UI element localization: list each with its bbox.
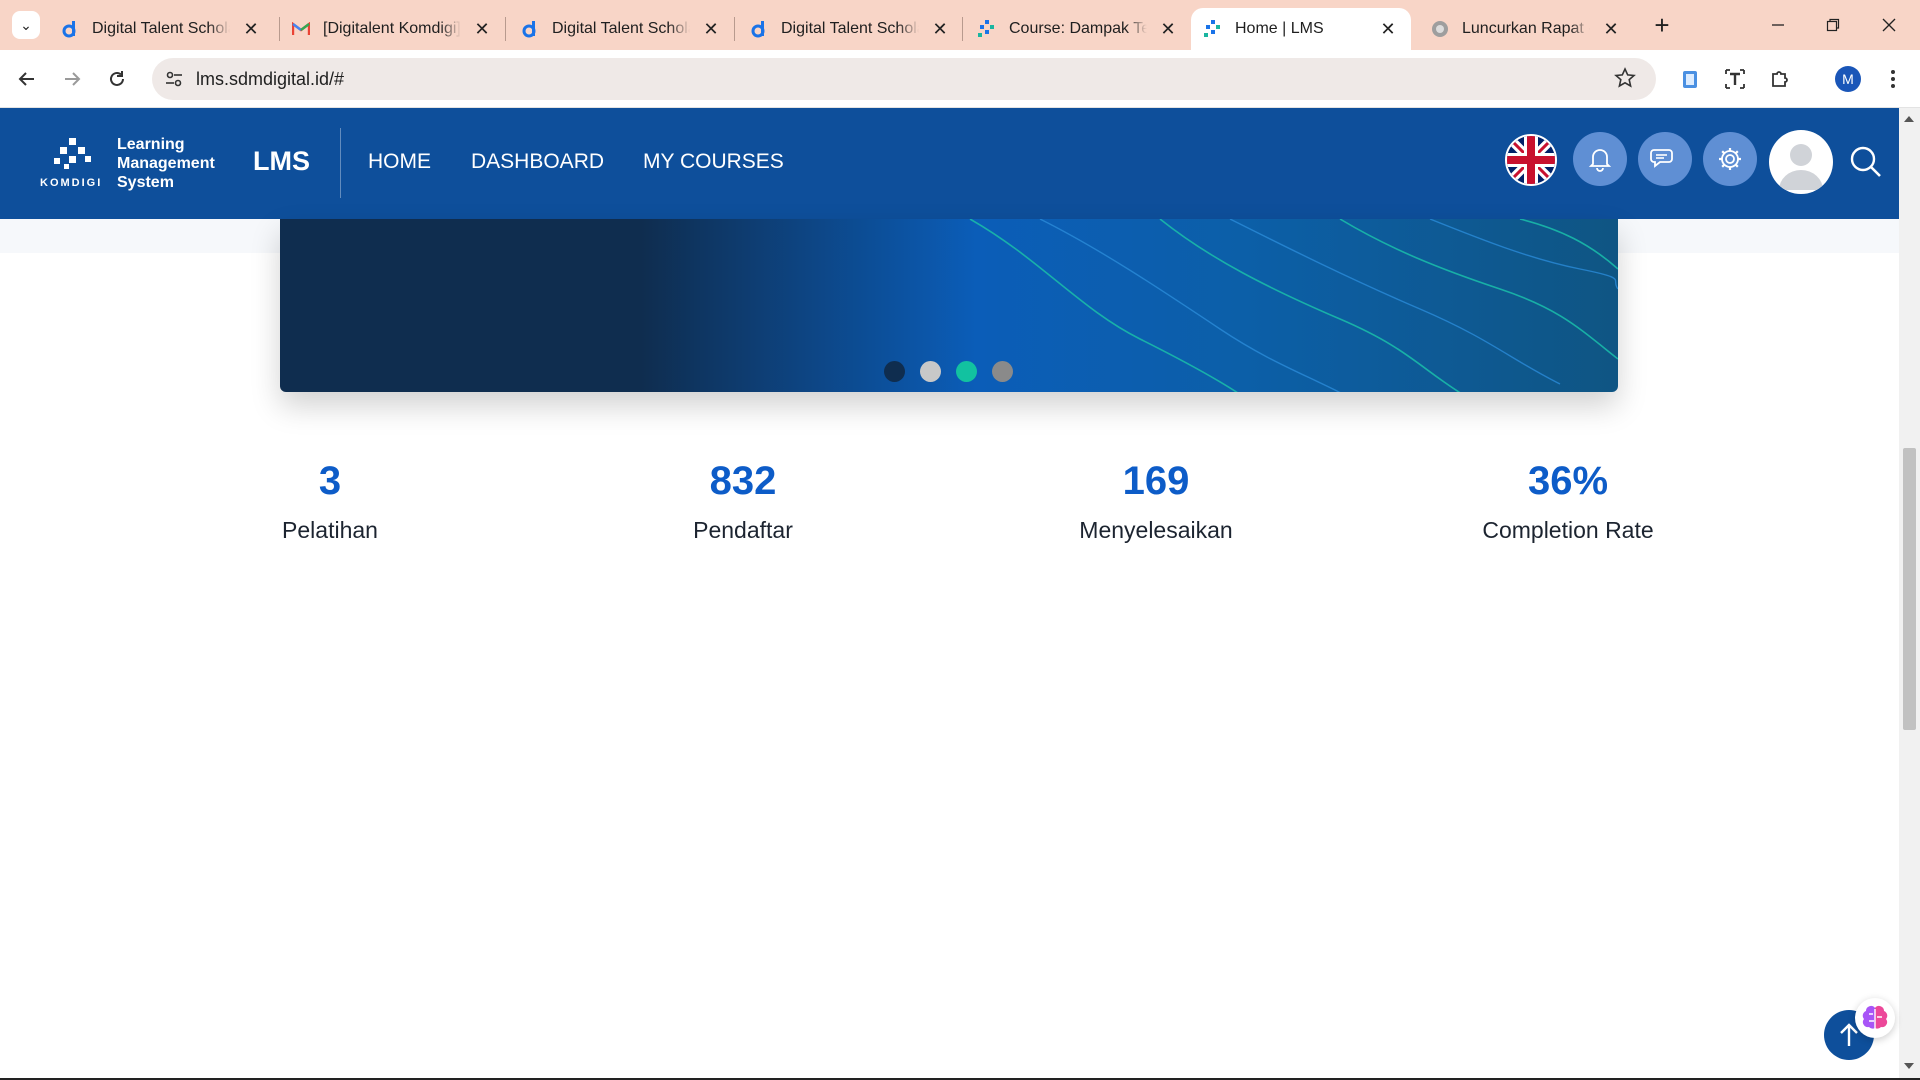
tab-title: Luncurkan Rapat - Zoom [1462, 20, 1590, 37]
stat-completion-rate: 36% Completion Rate [1358, 459, 1778, 544]
address-bar[interactable]: lms.sdmdigital.id/# [152, 58, 1656, 100]
scrollbar-thumb[interactable] [1903, 448, 1916, 730]
user-avatar[interactable] [1769, 130, 1833, 194]
digitalent-icon [749, 19, 769, 39]
digitalent-icon [520, 19, 540, 39]
carousel-dot[interactable] [920, 361, 941, 382]
messages-chat-icon[interactable] [1638, 132, 1692, 186]
restore-button[interactable] [1818, 10, 1848, 40]
tab-separator [734, 17, 735, 41]
tab-title: Digital Talent Scholarship [92, 20, 230, 37]
tab-search-button[interactable]: ⌄ [12, 11, 40, 39]
stat-pelatihan: 3 Pelatihan [120, 459, 540, 544]
stat-label: Menyelesaikan [1079, 517, 1233, 543]
logo-line: Learning [117, 136, 185, 153]
tab-title: Digital Talent Scholarship [781, 20, 919, 37]
stat-menyelesaikan: 169 Menyelesaikan [946, 459, 1366, 544]
browser-tab[interactable]: Digital Talent Scholarship ✕ [48, 8, 274, 50]
close-window-button[interactable] [1874, 10, 1904, 40]
app-title[interactable]: LMS [253, 146, 310, 177]
nav-my-courses[interactable]: MY COURSES [643, 150, 784, 174]
ai-assistant-brain-icon[interactable] [1855, 998, 1895, 1038]
tab-separator [962, 17, 963, 41]
profile-avatar[interactable]: M [1835, 66, 1861, 92]
tab-title: Digital Talent Scholarship [552, 20, 690, 37]
extensions-puzzle-icon[interactable] [1764, 63, 1796, 95]
minimize-button[interactable] [1763, 10, 1793, 40]
translate-extension-icon[interactable] [1674, 63, 1706, 95]
site-info-icon[interactable] [164, 69, 184, 94]
scroll-down-arrow-icon[interactable] [1904, 1063, 1914, 1069]
komdigi-icon [977, 19, 997, 39]
more-menu-icon[interactable] [1877, 63, 1909, 95]
logo-line: System [117, 174, 174, 191]
logo-caption: Learning Management System [117, 135, 215, 192]
close-icon[interactable]: ✕ [471, 18, 493, 40]
close-icon[interactable]: ✕ [1157, 18, 1179, 40]
forward-button[interactable] [56, 63, 88, 95]
nav-home[interactable]: HOME [368, 150, 431, 174]
page-scrollbar[interactable] [1899, 108, 1920, 1078]
stat-label: Pendaftar [693, 517, 793, 543]
logo-line: Management [117, 155, 215, 172]
browser-tab-strip: ⌄ Digital Talent Scholarship ✕ [Digitale… [0, 0, 1920, 50]
globe-icon [1430, 19, 1450, 39]
search-icon[interactable] [1849, 145, 1883, 179]
komdigi-logo-icon[interactable] [52, 138, 92, 179]
gmail-icon [291, 19, 311, 39]
chevron-down-icon: ⌄ [20, 16, 32, 33]
url-text: lms.sdmdigital.id/# [196, 69, 345, 89]
settings-gear-icon[interactable] [1703, 132, 1757, 186]
tab-separator [505, 17, 506, 41]
new-tab-button[interactable]: + [1648, 12, 1676, 40]
reload-button[interactable] [101, 63, 133, 95]
carousel-indicators [884, 361, 1013, 382]
stat-value: 36% [1527, 459, 1609, 503]
close-icon[interactable]: ✕ [929, 18, 951, 40]
browser-tab[interactable]: Digital Talent Scholarship ✕ [737, 8, 963, 50]
stat-label: Completion Rate [1482, 517, 1654, 543]
close-icon[interactable]: ✕ [1600, 18, 1622, 40]
stat-value: 832 [709, 459, 777, 503]
carousel-dot[interactable] [992, 361, 1013, 382]
page-content: 3 Pelatihan 832 Pendaftar 169 Menyelesai… [0, 219, 1899, 1078]
browser-tab[interactable]: [Digitalent Komdigi] ✕ [279, 8, 505, 50]
site-header: KOMDIGI Learning Management System LMS H… [0, 108, 1899, 219]
close-icon[interactable]: ✕ [1377, 18, 1399, 40]
carousel-dot[interactable] [884, 361, 905, 382]
close-icon[interactable]: ✕ [240, 18, 262, 40]
browser-tab[interactable]: Luncurkan Rapat - Zoom ✕ [1418, 8, 1634, 50]
hero-banner-carousel[interactable] [280, 219, 1618, 392]
browser-tab-active[interactable]: Home | LMS ✕ [1191, 8, 1411, 50]
nav-dashboard[interactable]: DASHBOARD [471, 150, 604, 174]
carousel-dot-active[interactable] [956, 361, 977, 382]
language-uk-flag-icon[interactable] [1505, 134, 1557, 186]
scroll-up-arrow-icon[interactable] [1904, 116, 1914, 122]
stat-label: Pelatihan [282, 517, 378, 543]
logo-brand-text: KOMDIGI [40, 177, 103, 189]
back-button[interactable] [11, 63, 43, 95]
tab-title: Course: Dampak Teknologi [1009, 20, 1147, 37]
tab-title: [Digitalent Komdigi] [323, 20, 461, 37]
stat-value: 3 [318, 459, 342, 503]
browser-tab[interactable]: Course: Dampak Teknologi ✕ [965, 8, 1191, 50]
header-divider [340, 128, 341, 198]
notification-bell-icon[interactable] [1573, 132, 1627, 186]
stat-pendaftar: 832 Pendaftar [533, 459, 953, 544]
bookmark-star-icon[interactable] [1614, 67, 1636, 94]
close-icon[interactable]: ✕ [700, 18, 722, 40]
tab-title: Home | LMS [1235, 20, 1324, 37]
digitalent-icon [60, 19, 80, 39]
komdigi-icon [1203, 19, 1223, 39]
text-tool-icon[interactable] [1719, 63, 1751, 95]
stat-value: 169 [1122, 459, 1190, 503]
browser-tab[interactable]: Digital Talent Scholarship ✕ [508, 8, 734, 50]
